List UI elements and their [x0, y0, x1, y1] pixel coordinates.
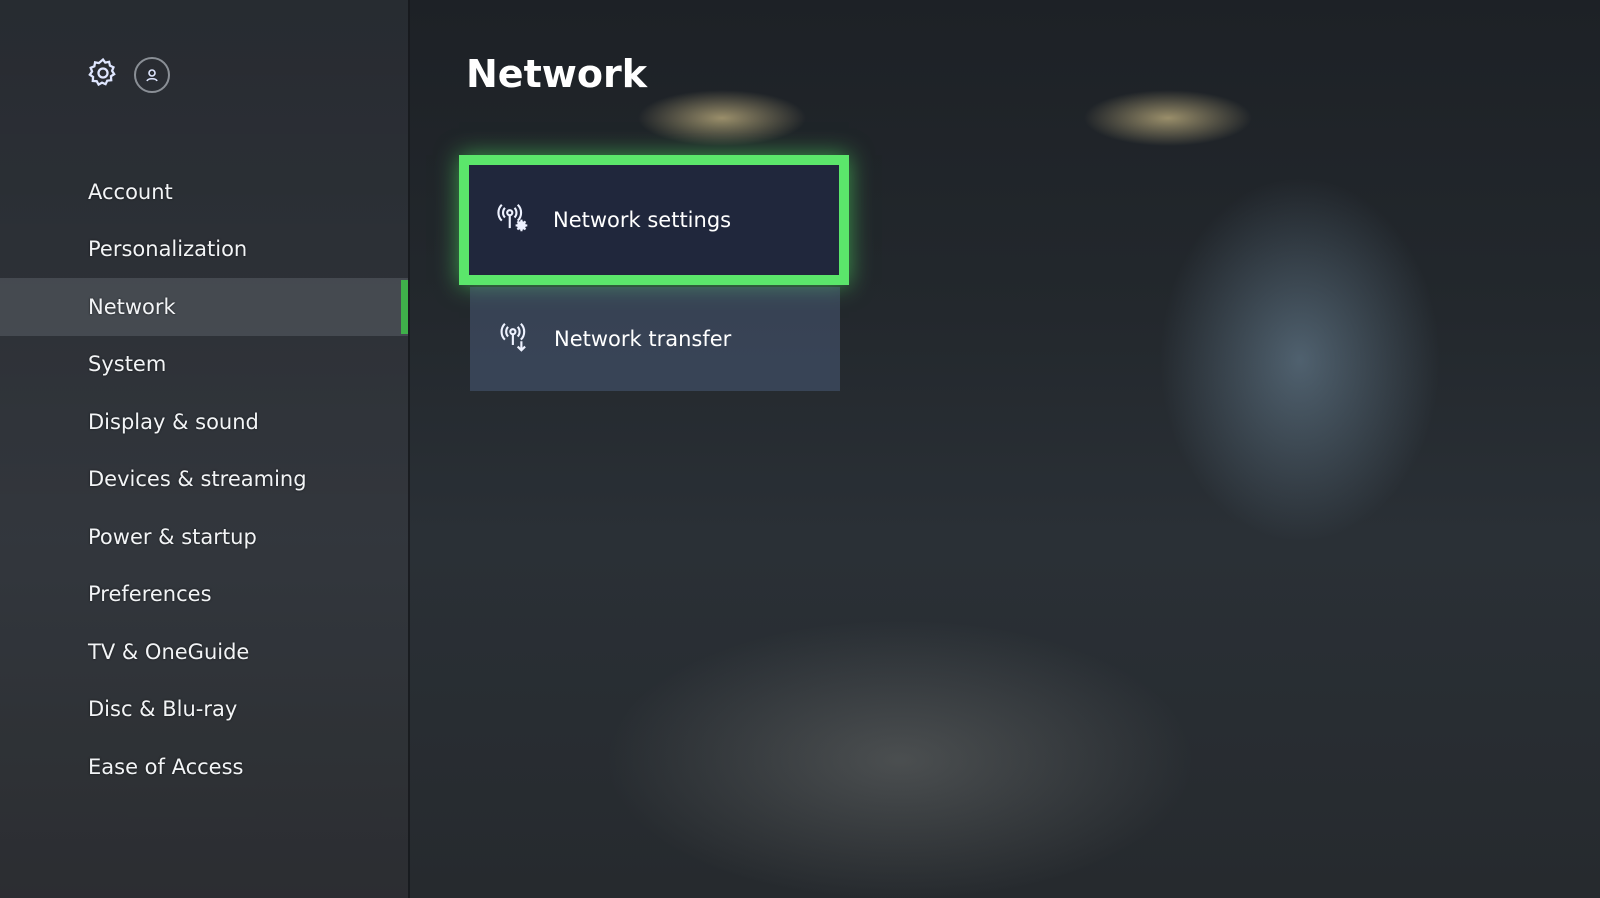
sidebar-item-network[interactable]: Network: [0, 278, 408, 336]
sidebar-item-label: Devices & streaming: [88, 467, 307, 492]
sidebar-item-label: Power & startup: [88, 524, 257, 549]
network-transfer-tile[interactable]: Network transfer: [470, 287, 840, 391]
sidebar-item-system[interactable]: System: [0, 336, 408, 394]
top-icons: [86, 56, 170, 94]
sidebar-item-preferences[interactable]: Preferences: [0, 566, 408, 624]
sidebar-item-power-startup[interactable]: Power & startup: [0, 508, 408, 566]
tile-label: Network settings: [553, 208, 732, 232]
sidebar-item-disc-bluray[interactable]: Disc & Blu-ray: [0, 681, 408, 739]
sidebar-item-personalization[interactable]: Personalization: [0, 221, 408, 279]
sidebar-item-tv-oneguide[interactable]: TV & OneGuide: [0, 623, 408, 681]
sidebar-item-label: Preferences: [88, 582, 212, 607]
sidebar-item-ease-of-access[interactable]: Ease of Access: [0, 738, 408, 796]
sidebar-item-label: Ease of Access: [88, 754, 244, 779]
sidebar: Account Personalization Network System D…: [0, 0, 410, 898]
tile-label: Network transfer: [554, 327, 732, 351]
sidebar-item-label: Account: [88, 179, 173, 204]
sidebar-item-label: Display & sound: [88, 409, 259, 434]
sidebar-item-label: TV & OneGuide: [88, 639, 250, 664]
sidebar-item-label: Personalization: [88, 237, 248, 262]
sidebar-item-label: System: [88, 352, 167, 377]
sidebar-item-account[interactable]: Account: [0, 163, 408, 221]
page-title: Network: [466, 52, 647, 96]
network-settings-tile[interactable]: Network settings: [459, 155, 849, 285]
sidebar-item-devices-streaming[interactable]: Devices & streaming: [0, 451, 408, 509]
gear-icon[interactable]: [86, 56, 120, 94]
profile-icon[interactable]: [134, 57, 170, 93]
sidebar-item-label: Disc & Blu-ray: [88, 697, 238, 722]
sidebar-item-display-sound[interactable]: Display & sound: [0, 393, 408, 451]
sidebar-item-label: Network: [88, 294, 176, 319]
network-settings-icon: [497, 201, 553, 240]
settings-nav: Account Personalization Network System D…: [0, 163, 408, 796]
network-transfer-icon: [498, 320, 554, 359]
